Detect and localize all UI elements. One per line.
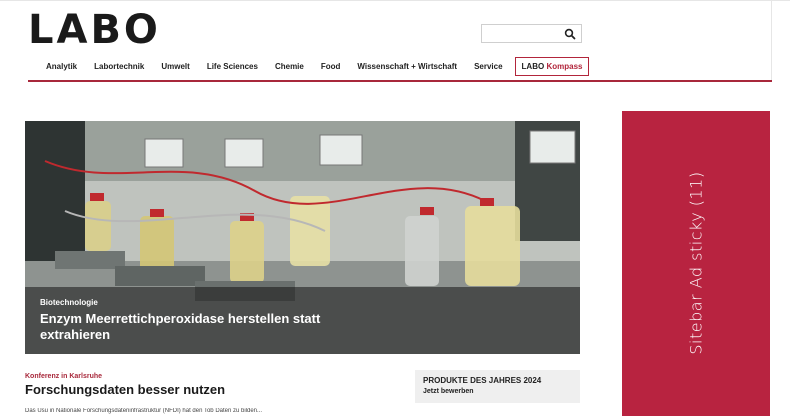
nav-item-umwelt[interactable]: Umwelt <box>161 62 189 71</box>
promo-title: PRODUKTE DES JAHRES 2024 <box>423 376 542 385</box>
hero-article[interactable]: Biotechnologie Enzym Meerrettichperoxida… <box>25 121 580 354</box>
nav-item-labortechnik[interactable]: Labortechnik <box>94 62 144 71</box>
nav-item-service[interactable]: Service <box>474 62 502 71</box>
nav-item-wissenschaft-wirtschaft[interactable]: Wissenschaft + Wirtschaft <box>357 62 457 71</box>
products-of-year-promo[interactable]: PRODUKTE DES JAHRES 2024 Jetzt bewerben <box>415 370 580 403</box>
article-title[interactable]: Forschungsdaten besser nutzen <box>25 382 225 397</box>
sidebar-ad-label: Sitebar Ad sticky (11) <box>686 171 706 355</box>
hero-headline[interactable]: Enzym Meerrettichperoxidase herstellen s… <box>40 311 370 343</box>
article-kicker: Konferenz in Karlsruhe <box>25 373 103 380</box>
kompass-label-prefix: LABO <box>521 61 545 71</box>
top-border <box>0 0 790 1</box>
labo-kompass-button[interactable]: LABO Kompass <box>514 56 590 76</box>
labo-logo[interactable]: LABO <box>28 8 161 52</box>
header-right-border <box>771 0 772 81</box>
nav-item-life-sciences[interactable]: Life Sciences <box>207 62 258 71</box>
hero-kicker: Biotechnologie <box>40 298 98 307</box>
sidebar-ad[interactable]: Sitebar Ad sticky (11) <box>622 111 770 416</box>
search-input[interactable] <box>482 27 562 44</box>
promo-cta[interactable]: Jetzt bewerben <box>423 388 572 395</box>
nav-item-food[interactable]: Food <box>321 62 341 71</box>
main-navigation: Analytik Labortechnik Umwelt Life Scienc… <box>46 56 590 76</box>
article-teaser: Das Usu in Nationale Forschungsdateninfr… <box>25 408 263 414</box>
search-icon[interactable] <box>564 28 576 40</box>
nav-item-analytik[interactable]: Analytik <box>46 62 77 71</box>
header-divider <box>28 80 772 82</box>
search-box[interactable] <box>481 24 582 44</box>
kompass-label-accent: Kompass <box>546 61 583 71</box>
nav-item-chemie[interactable]: Chemie <box>275 62 304 71</box>
